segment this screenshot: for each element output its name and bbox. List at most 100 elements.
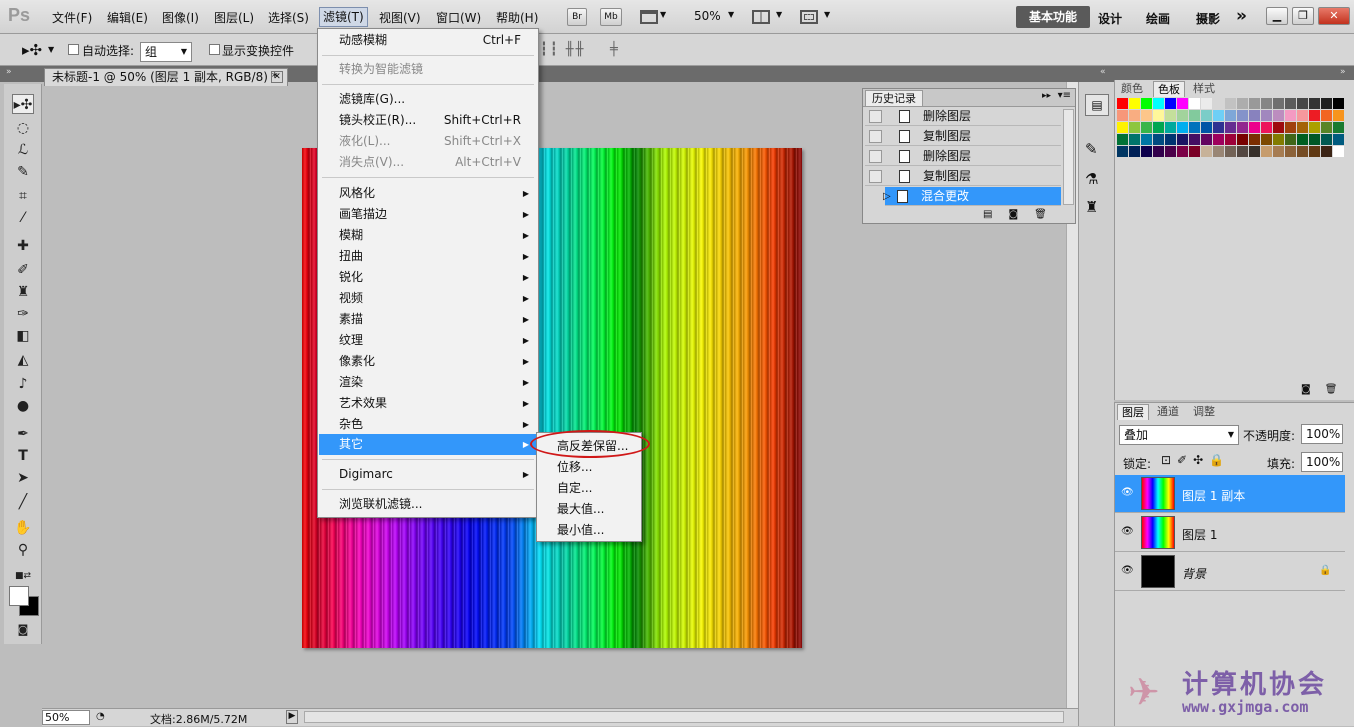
- color-swatch[interactable]: [1153, 146, 1164, 157]
- foreground-color[interactable]: [9, 586, 29, 606]
- menu-select[interactable]: 选择(S): [268, 9, 309, 26]
- filter-group-pixelate[interactable]: 像素化 ▶: [319, 351, 537, 372]
- dodge-tool-icon[interactable]: ♪: [12, 374, 34, 394]
- color-swatch[interactable]: [1213, 98, 1224, 109]
- chevron-down-icon[interactable]: ▼: [728, 10, 734, 19]
- color-swatch[interactable]: [1141, 98, 1152, 109]
- swatch-actions-icons[interactable]: ◙🗑: [1301, 384, 1351, 395]
- menu-edit[interactable]: 编辑(E): [107, 9, 148, 26]
- document-tab[interactable]: 未标题-1 @ 50% (图层 1 副本, RGB/8) * ✕: [44, 68, 288, 86]
- menu-window[interactable]: 窗口(W): [436, 9, 481, 26]
- filter-group-artistic[interactable]: 艺术效果 ▶: [319, 393, 537, 414]
- tab-channels[interactable]: 通道: [1153, 404, 1183, 420]
- color-swatch[interactable]: [1177, 146, 1188, 157]
- color-swatch[interactable]: [1177, 122, 1188, 133]
- filter-gallery-item[interactable]: 滤镜库(G)...: [319, 89, 537, 110]
- color-swatch[interactable]: [1249, 134, 1260, 145]
- color-swatch[interactable]: [1237, 98, 1248, 109]
- color-swatch[interactable]: [1321, 146, 1332, 157]
- color-swatch[interactable]: [1249, 98, 1260, 109]
- color-swatch[interactable]: [1129, 110, 1140, 121]
- color-swatch[interactable]: [1201, 110, 1212, 121]
- color-swatch[interactable]: [1261, 110, 1272, 121]
- color-swatch[interactable]: [1333, 110, 1344, 121]
- chevron-down-icon[interactable]: ▼: [660, 10, 666, 19]
- workspace-essentials[interactable]: 基本功能: [1016, 6, 1090, 28]
- history-brush-icon[interactable]: ✑: [12, 304, 34, 324]
- color-swatch[interactable]: [1333, 146, 1344, 157]
- filter-group-noise[interactable]: 杂色 ▶: [319, 414, 537, 435]
- filter-group-distort[interactable]: 扭曲 ▶: [319, 246, 537, 267]
- color-swatch[interactable]: [1189, 134, 1200, 145]
- filter-group-video[interactable]: 视频 ▶: [319, 288, 537, 309]
- color-swatch[interactable]: [1153, 98, 1164, 109]
- color-swatch[interactable]: [1237, 146, 1248, 157]
- tab-swatches[interactable]: 色板: [1153, 81, 1185, 97]
- line-tool-icon[interactable]: ╱: [12, 492, 34, 512]
- zoom-tool-icon[interactable]: ⚲: [12, 540, 34, 560]
- color-swatch[interactable]: [1285, 122, 1296, 133]
- color-swatch[interactable]: [1189, 110, 1200, 121]
- auto-align-icon[interactable]: ╪: [610, 42, 618, 57]
- color-swatch[interactable]: [1333, 122, 1344, 133]
- color-swatch[interactable]: [1201, 122, 1212, 133]
- lasso-tool-icon[interactable]: ℒ: [12, 140, 34, 160]
- color-swatch[interactable]: [1297, 134, 1308, 145]
- lens-correction-item[interactable]: 镜头校正(R)... Shift+Ctrl+R: [319, 110, 537, 131]
- chevron-down-icon[interactable]: ▼: [824, 10, 830, 19]
- history-scrollbar[interactable]: [1063, 109, 1074, 205]
- history-panel-icon[interactable]: ▤: [1085, 94, 1109, 116]
- menu-help[interactable]: 帮助(H): [496, 9, 538, 26]
- tab-layers[interactable]: 图层: [1117, 404, 1149, 420]
- color-swatch[interactable]: [1309, 134, 1320, 145]
- menu-filter[interactable]: 滤镜(T): [319, 7, 368, 27]
- color-swatch[interactable]: [1321, 134, 1332, 145]
- layer-row[interactable]: 👁 图层 1 副本: [1115, 475, 1345, 513]
- color-swatch[interactable]: [1165, 146, 1176, 157]
- bridge-button[interactable]: Br: [567, 8, 587, 26]
- type-tool-icon[interactable]: T: [12, 446, 34, 466]
- last-filter-item[interactable]: 动感模糊 Ctrl+F: [319, 30, 537, 51]
- workspace-painting[interactable]: 绘画: [1146, 10, 1170, 27]
- color-swatch[interactable]: [1261, 146, 1272, 157]
- filter-group-texture[interactable]: 纹理 ▶: [319, 330, 537, 351]
- color-swatch[interactable]: [1273, 122, 1284, 133]
- zoom-level-select[interactable]: 50%: [694, 9, 721, 23]
- color-swatch[interactable]: [1201, 134, 1212, 145]
- color-swatch[interactable]: [1309, 146, 1320, 157]
- eraser-tool-icon[interactable]: ◧: [12, 326, 34, 346]
- color-swatch[interactable]: [1117, 134, 1128, 145]
- filter-group-render[interactable]: 渲染 ▶: [319, 372, 537, 393]
- status-menu-icon[interactable]: ▶: [286, 710, 298, 724]
- color-swatch[interactable]: [1225, 134, 1236, 145]
- color-swatch[interactable]: [1297, 98, 1308, 109]
- color-swatch[interactable]: [1297, 122, 1308, 133]
- color-swatch[interactable]: [1153, 134, 1164, 145]
- filter-group-stylize[interactable]: 风格化 ▶: [319, 183, 537, 204]
- color-swatch[interactable]: [1213, 122, 1224, 133]
- color-swatch[interactable]: [1225, 98, 1236, 109]
- color-swatch[interactable]: [1189, 98, 1200, 109]
- color-swatch[interactable]: [1141, 122, 1152, 133]
- color-swatch[interactable]: [1117, 110, 1128, 121]
- browse-filters-online[interactable]: 浏览联机滤镜...: [319, 494, 537, 515]
- color-swatch[interactable]: [1273, 110, 1284, 121]
- brush-panel-icon[interactable]: ✎: [1085, 140, 1098, 158]
- color-swatch[interactable]: [1165, 98, 1176, 109]
- collapse-icon[interactable]: ▸▸: [1042, 91, 1051, 101]
- color-swatch[interactable]: [1309, 98, 1320, 109]
- color-swatch[interactable]: [1153, 122, 1164, 133]
- color-swatch[interactable]: [1225, 122, 1236, 133]
- screen-mode-icon[interactable]: [800, 10, 818, 24]
- color-swatch[interactable]: [1129, 122, 1140, 133]
- fill-input[interactable]: 100%: [1301, 452, 1343, 472]
- color-swatch[interactable]: [1189, 122, 1200, 133]
- eyedropper-tool-icon[interactable]: ⁄: [12, 208, 34, 228]
- clone-source-icon[interactable]: ⚗: [1085, 170, 1098, 188]
- color-swatch[interactable]: [1285, 134, 1296, 145]
- layer-row[interactable]: 👁 背景 🔒: [1115, 553, 1345, 591]
- color-swatch[interactable]: [1177, 98, 1188, 109]
- view-extras-icon[interactable]: [640, 10, 658, 24]
- color-swatch[interactable]: [1273, 98, 1284, 109]
- tab-history[interactable]: 历史记录: [865, 90, 923, 106]
